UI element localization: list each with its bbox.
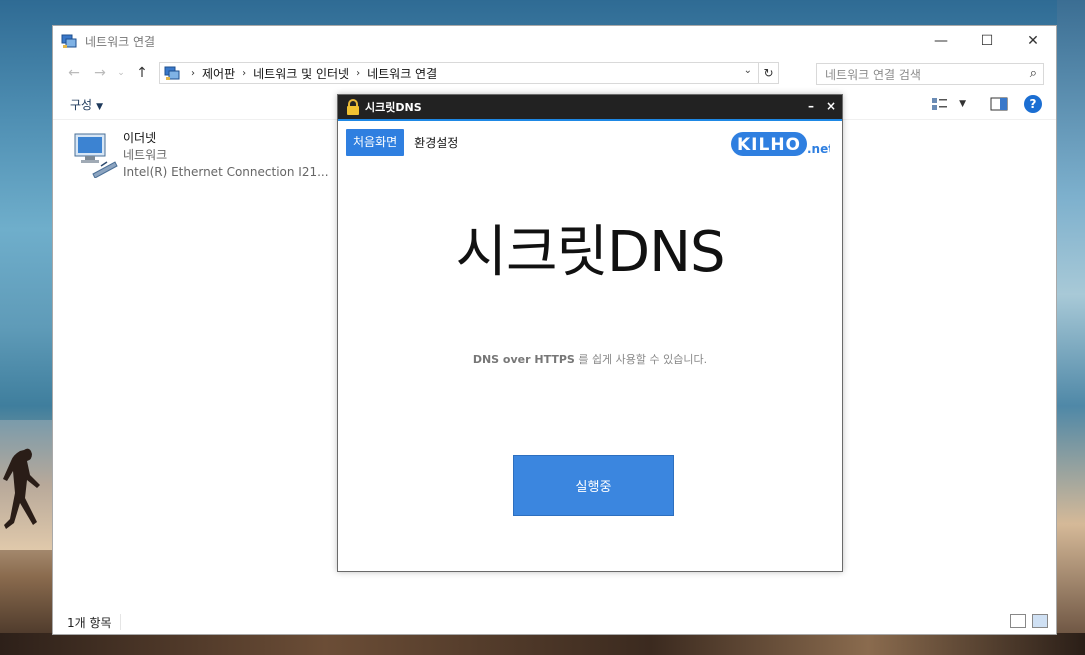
organize-button[interactable]: 구성 ▼ xyxy=(70,96,103,113)
breadcrumb-item-network-connections[interactable]: 네트워크 연결 xyxy=(367,65,437,82)
up-arrow-icon[interactable]: ↑ xyxy=(129,61,155,85)
kilho-logo: KILHO .net xyxy=(731,132,830,156)
recent-locations-chevron-icon[interactable]: ⌄ xyxy=(113,61,129,85)
search-input[interactable]: 네트워크 연결 검색 ⌕ xyxy=(816,63,1044,85)
status-bar: 1개 항목 xyxy=(53,610,1056,634)
svg-text:.net: .net xyxy=(807,142,830,156)
breadcrumb-item-network-internet[interactable]: 네트워크 및 인터넷 xyxy=(253,65,349,82)
subtitle-description: 를 쉽게 사용할 수 있습니다. xyxy=(574,353,708,366)
secretdns-minimize-button[interactable]: – xyxy=(808,99,814,113)
secretdns-titlebar[interactable]: 시크릿DNS – × xyxy=(338,95,842,121)
ethernet-adapter-icon xyxy=(74,133,118,178)
large-icons-view-icon[interactable] xyxy=(1032,614,1048,628)
explorer-titlebar: 네트워크 연결 — ☐ ✕ xyxy=(53,26,1056,56)
address-dropdown-icon[interactable]: ⌄ xyxy=(744,65,752,76)
preview-pane-icon[interactable] xyxy=(990,96,1008,112)
chevron-down-icon: ▼ xyxy=(96,102,104,112)
wallpaper-bottom-strip xyxy=(0,633,1085,655)
breadcrumb-separator-icon[interactable]: › xyxy=(191,68,195,79)
network-connections-icon xyxy=(61,34,77,48)
window-title: 네트워크 연결 xyxy=(85,34,156,49)
svg-text:KILHO: KILHO xyxy=(737,135,801,155)
control-panel-icon xyxy=(164,66,180,80)
close-button[interactable]: ✕ xyxy=(1010,26,1056,56)
minimize-button[interactable]: — xyxy=(918,26,964,56)
lock-icon xyxy=(347,99,359,115)
view-options-chevron-icon[interactable]: ▼ xyxy=(959,99,966,109)
item-name: 이더넷 xyxy=(123,131,157,145)
search-icon[interactable]: ⌕ xyxy=(1030,66,1037,81)
secretdns-close-button[interactable]: × xyxy=(826,99,836,113)
breadcrumb-separator-icon[interactable]: › xyxy=(242,68,246,79)
wallpaper-runner-silhouette xyxy=(3,448,40,529)
secretdns-window: 시크릿DNS – × 처음화면 환경설정 KILHO .net 시크릿DNS D… xyxy=(337,94,843,572)
tab-settings[interactable]: 환경설정 xyxy=(414,134,458,151)
item-type: 네트워크 xyxy=(123,148,168,162)
maximize-button[interactable]: ☐ xyxy=(964,26,1010,56)
running-button[interactable]: 실행중 xyxy=(513,455,674,516)
app-heading: 시크릿DNS xyxy=(455,220,725,285)
breadcrumb-item-control-panel[interactable]: 제어판 xyxy=(202,65,235,82)
item-adapter: Intel(R) Ethernet Connection I21... xyxy=(123,165,329,179)
help-icon[interactable]: ? xyxy=(1024,95,1042,113)
breadcrumb: › 제어판 › 네트워크 및 인터넷 › 네트워크 연결 xyxy=(184,65,437,82)
item-count: 1개 항목 xyxy=(67,615,112,630)
tab-home[interactable]: 처음화면 xyxy=(346,129,405,156)
status-divider xyxy=(119,614,121,630)
organize-label: 구성 xyxy=(70,98,93,112)
forward-arrow-icon[interactable]: → xyxy=(87,61,113,85)
refresh-icon[interactable]: ↻ xyxy=(758,63,778,83)
list-item-ethernet[interactable]: 이더넷 네트워크 Intel(R) Ethernet Connection I2… xyxy=(71,130,329,181)
search-placeholder: 네트워크 연결 검색 xyxy=(825,67,921,82)
breadcrumb-separator-icon[interactable]: › xyxy=(356,68,360,79)
wallpaper-right-strip xyxy=(1057,0,1085,655)
address-bar[interactable]: › 제어판 › 네트워크 및 인터넷 › 네트워크 연결 ⌄ ↻ xyxy=(159,62,779,84)
secretdns-title: 시크릿DNS xyxy=(365,101,422,114)
change-view-icon[interactable] xyxy=(931,96,949,112)
details-view-icon[interactable] xyxy=(1010,614,1026,628)
app-subtitle: DNS over HTTPS 를 쉽게 사용할 수 있습니다. xyxy=(338,351,842,367)
subtitle-protocol: DNS over HTTPS xyxy=(472,353,575,366)
back-arrow-icon[interactable]: ← xyxy=(61,61,87,85)
